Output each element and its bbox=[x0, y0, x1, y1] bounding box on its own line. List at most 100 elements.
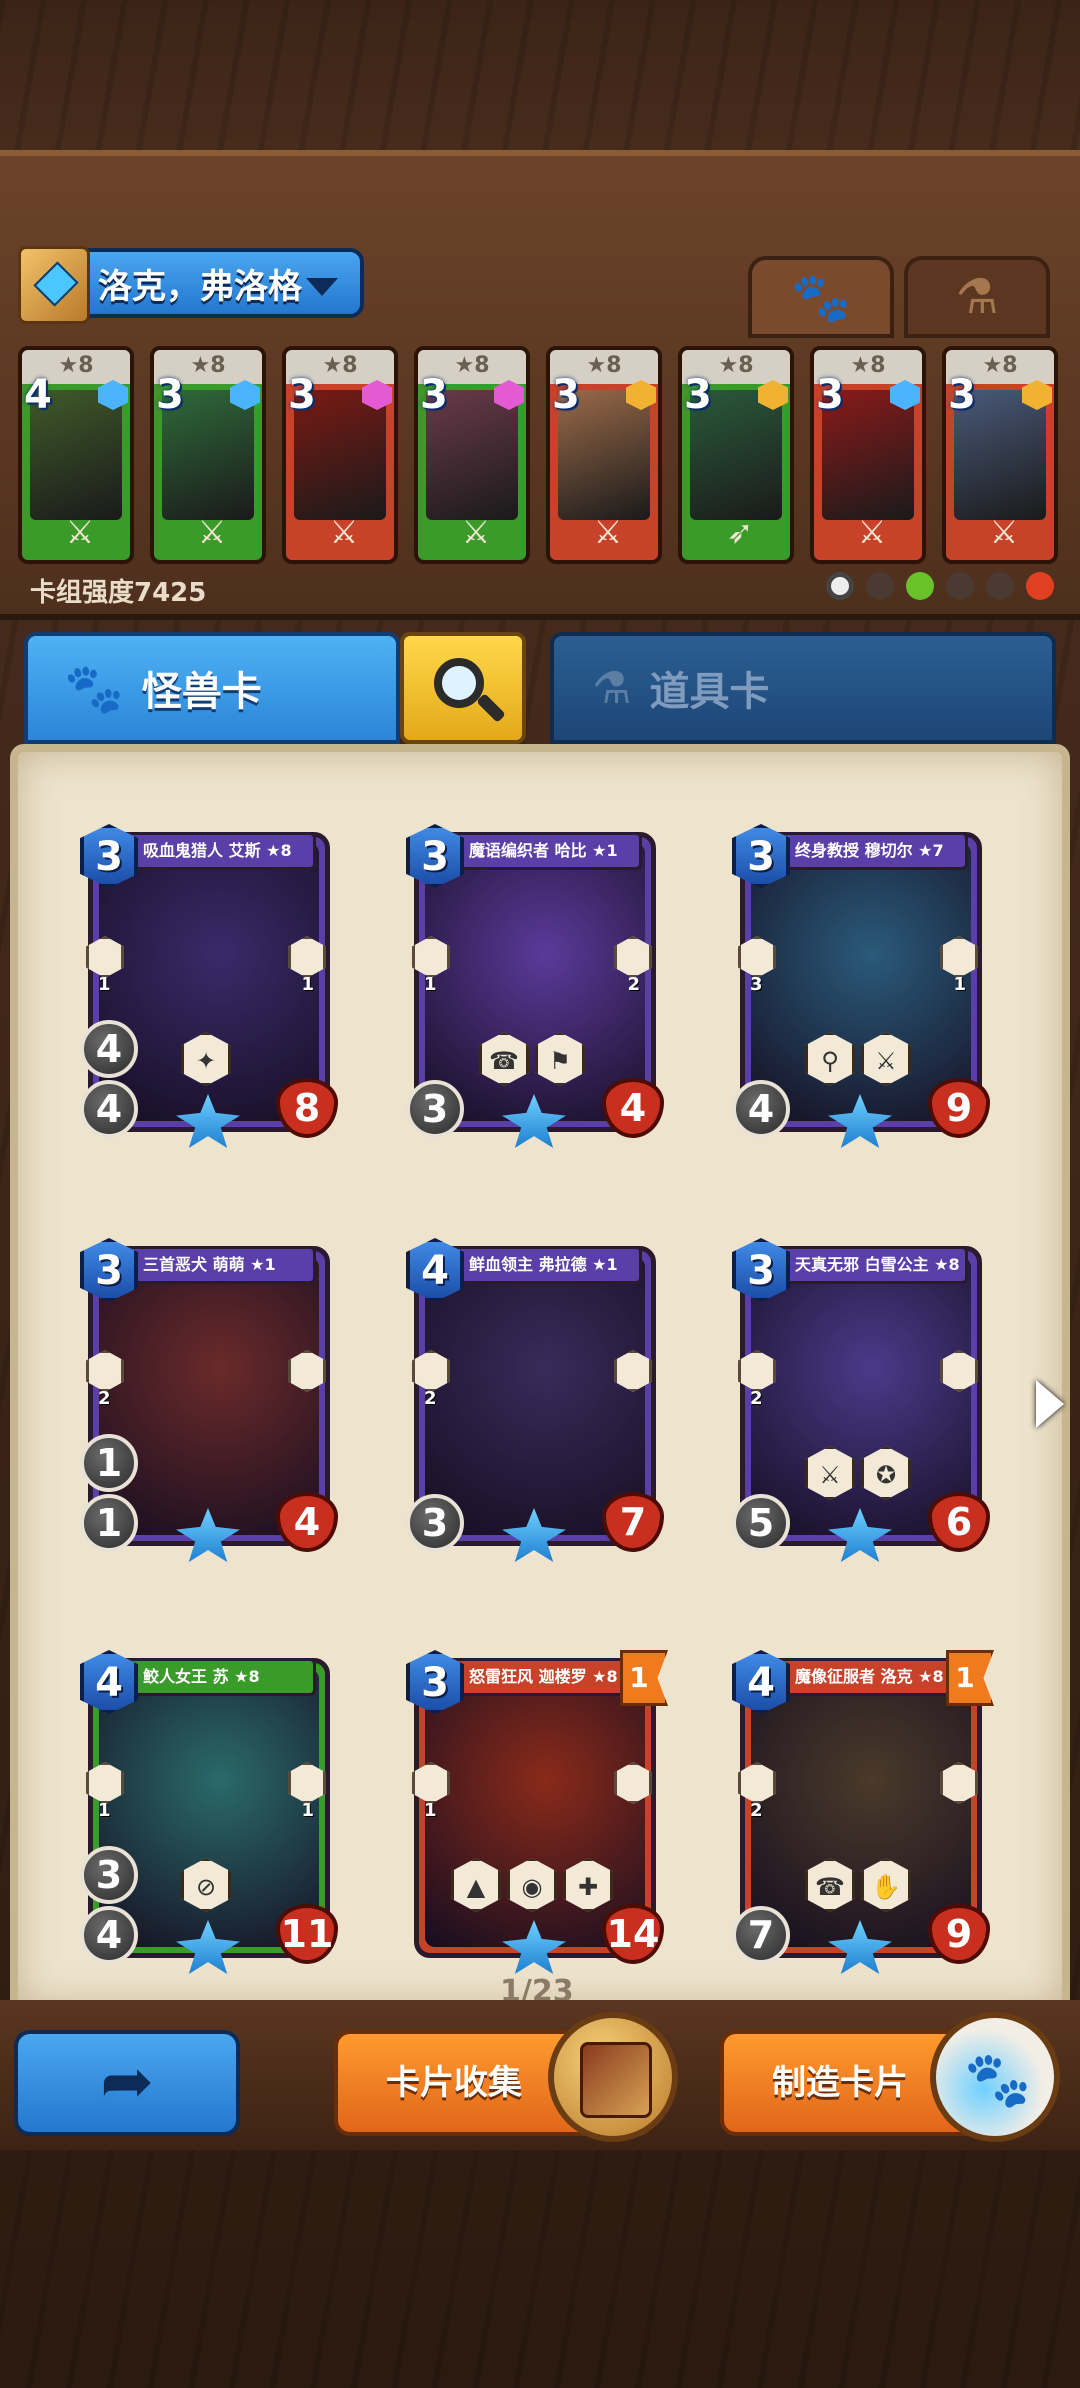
next-page-arrow-icon[interactable] bbox=[1036, 1380, 1064, 1428]
deck-card-cost: 3 bbox=[816, 372, 844, 418]
element-icons bbox=[826, 572, 1054, 600]
craft-jar-icon[interactable]: 🐾 bbox=[930, 2012, 1060, 2142]
dark-element-icon bbox=[946, 572, 974, 600]
search-button[interactable] bbox=[400, 632, 526, 744]
deck-card-cost: 3 bbox=[948, 372, 976, 418]
deck-book-icon bbox=[18, 246, 90, 324]
sword-icon: ⚔ bbox=[989, 513, 1019, 551]
tab-item-cards[interactable]: ⚗ 道具卡 bbox=[550, 632, 1056, 744]
monster-card[interactable]: 魔语编织者 哈比 ★1 3 1 2 ☎ ⚑ 3 4 bbox=[406, 824, 664, 1148]
deck-card-cost: 3 bbox=[552, 372, 580, 418]
trait-value: 2 bbox=[627, 974, 640, 995]
card-health: 14 bbox=[602, 1904, 664, 1964]
card-name: 魔像征服者 洛克 ★8 bbox=[780, 1658, 968, 1696]
card-name: 终身教授 穆切尔 ★7 bbox=[780, 832, 968, 870]
card-attack: 7 bbox=[732, 1906, 790, 1964]
card-art bbox=[751, 1257, 971, 1535]
gem-cost-value: 2 bbox=[750, 1800, 763, 1821]
card-name: 天真无邪 白雪公主 ★8 bbox=[780, 1246, 968, 1284]
deck-card[interactable]: ★8 3 ➶ bbox=[678, 346, 794, 564]
monster-card[interactable]: 三首恶犬 萌萌 ★1 3 2 1 1 4 bbox=[80, 1238, 338, 1562]
deck-card-cost: 3 bbox=[156, 372, 184, 418]
neutral-element-icon bbox=[826, 572, 854, 600]
card-stat: 4 bbox=[80, 1020, 138, 1078]
gem-cost-value: 1 bbox=[98, 974, 111, 995]
card-name: 鲜血领主 弗拉德 ★1 bbox=[454, 1246, 642, 1284]
back-button[interactable]: ➦ bbox=[14, 2030, 240, 2136]
monster-card[interactable]: 吸血鬼猎人 艾斯 ★8 3 1 1 ✦ 4 4 8 bbox=[80, 824, 338, 1148]
chevron-down-icon bbox=[306, 278, 338, 296]
deck-strength: 卡组强度7425 bbox=[30, 578, 207, 608]
card-art bbox=[425, 1257, 645, 1535]
deck-card-cost: 3 bbox=[684, 372, 712, 418]
card-art bbox=[425, 843, 645, 1121]
gem-cost-value: 1 bbox=[98, 1800, 111, 1821]
sword-icon: ⚔ bbox=[593, 513, 623, 551]
trait-value: 1 bbox=[301, 1800, 314, 1821]
potion-icon: ⚗ bbox=[592, 662, 632, 714]
deck-selector[interactable]: 洛克，弗洛格 bbox=[18, 246, 364, 324]
card-stat: 3 bbox=[80, 1846, 138, 1904]
nature-element-icon bbox=[906, 572, 934, 600]
card-health: 11 bbox=[276, 1904, 338, 1964]
card-album-icon[interactable] bbox=[548, 2012, 678, 2142]
card-name: 魔语编织者 哈比 ★1 bbox=[454, 832, 642, 870]
card-name: 鲛人女王 苏 ★8 bbox=[128, 1658, 316, 1696]
craft-card-label: 制造卡片 bbox=[772, 2063, 908, 2103]
tab-monster-cards[interactable]: 🐾 怪兽卡 bbox=[24, 632, 400, 744]
paw-icon: 🐾 bbox=[791, 269, 851, 326]
card-attack: 4 bbox=[80, 1080, 138, 1138]
card-art bbox=[751, 843, 971, 1121]
tab-item-deck[interactable]: ⚗ bbox=[904, 256, 1050, 338]
monster-card[interactable]: 终身教授 穆切尔 ★7 3 3 1 ⚲ ⚔ 4 9 bbox=[732, 824, 990, 1148]
search-icon-handle bbox=[476, 693, 506, 723]
deck-card[interactable]: ★8 3 ⚔ bbox=[150, 346, 266, 564]
sword-icon: ⚔ bbox=[197, 513, 227, 551]
sword-icon: ⚔ bbox=[65, 513, 95, 551]
gem-cost-value: 1 bbox=[424, 974, 437, 995]
monster-card[interactable]: 鲛人女王 苏 ★8 4 1 1 ⊘ 3 4 11 bbox=[80, 1650, 338, 1974]
deck-card-cost: 3 bbox=[288, 372, 316, 418]
card-attack: 4 bbox=[732, 1080, 790, 1138]
card-art bbox=[751, 1669, 971, 1947]
bow-icon: ➶ bbox=[726, 513, 754, 551]
back-arrow-icon: ➦ bbox=[100, 2045, 154, 2119]
card-attack: 4 bbox=[80, 1906, 138, 1964]
trait-value: 1 bbox=[953, 974, 966, 995]
gem-cost-value: 2 bbox=[424, 1388, 437, 1409]
potion-icon: ⚗ bbox=[955, 269, 999, 325]
monster-card[interactable]: 魔像征服者 洛克 ★8 4 1 2 ☎ ✋ 7 9 bbox=[732, 1650, 994, 1974]
deck-card[interactable]: ★8 3 ⚔ bbox=[282, 346, 398, 564]
card-stat: 1 bbox=[80, 1434, 138, 1492]
card-collection-label: 卡片收集 bbox=[386, 2063, 522, 2103]
paw-icon: 🐾 bbox=[64, 660, 124, 717]
monster-card[interactable]: 鲜血领主 弗拉德 ★1 4 2 3 7 bbox=[406, 1238, 664, 1562]
card-name: 吸血鬼猎人 艾斯 ★8 bbox=[128, 832, 316, 870]
deck-card-cost: 3 bbox=[420, 372, 448, 418]
deck-card[interactable]: ★8 3 ⚔ bbox=[810, 346, 926, 564]
sword-icon: ⚔ bbox=[857, 513, 887, 551]
card-level-flag: 1 bbox=[620, 1650, 668, 1706]
card-name: 怒雷狂风 迦楼罗 ★8 bbox=[454, 1658, 642, 1696]
monster-card[interactable]: 天真无邪 白雪公主 ★8 3 2 ⚔ ✪ 5 6 bbox=[732, 1238, 990, 1562]
sword-icon: ⚔ bbox=[329, 513, 359, 551]
card-art bbox=[99, 1257, 319, 1535]
tab-monster-label: 怪兽卡 bbox=[141, 669, 262, 715]
trait-value: 1 bbox=[301, 974, 314, 995]
card-level-flag: 1 bbox=[946, 1650, 994, 1706]
monster-card[interactable]: 怒雷狂风 迦楼罗 ★8 3 1 1 ▲ ◉ ✚ 14 bbox=[406, 1650, 668, 1974]
gem-cost-value: 2 bbox=[98, 1388, 111, 1409]
gem-cost-value: 2 bbox=[750, 1388, 763, 1409]
deck-card[interactable]: ★8 3 ⚔ bbox=[414, 346, 530, 564]
deck-card[interactable]: ★8 4 ⚔ bbox=[18, 346, 134, 564]
deck-card[interactable]: ★8 3 ⚔ bbox=[546, 346, 662, 564]
paw-jar-icon: 🐾 bbox=[964, 2048, 1032, 2111]
tab-monster-deck[interactable]: 🐾 bbox=[748, 256, 894, 338]
deck-name: 洛克，弗洛格 bbox=[98, 266, 302, 307]
deck-card[interactable]: ★8 3 ⚔ bbox=[942, 346, 1058, 564]
card-attack: 1 bbox=[80, 1494, 138, 1552]
card-collection-page: 吸血鬼猎人 艾斯 ★8 3 1 1 ✦ 4 4 8 魔语编织者 哈比 ★1 3 1 2 ☎ ⚑ 3 4 终身教授… bbox=[10, 744, 1070, 2014]
fire-element-icon bbox=[1026, 572, 1054, 600]
card-attack: 3 bbox=[406, 1080, 464, 1138]
card-attack: 5 bbox=[732, 1494, 790, 1552]
